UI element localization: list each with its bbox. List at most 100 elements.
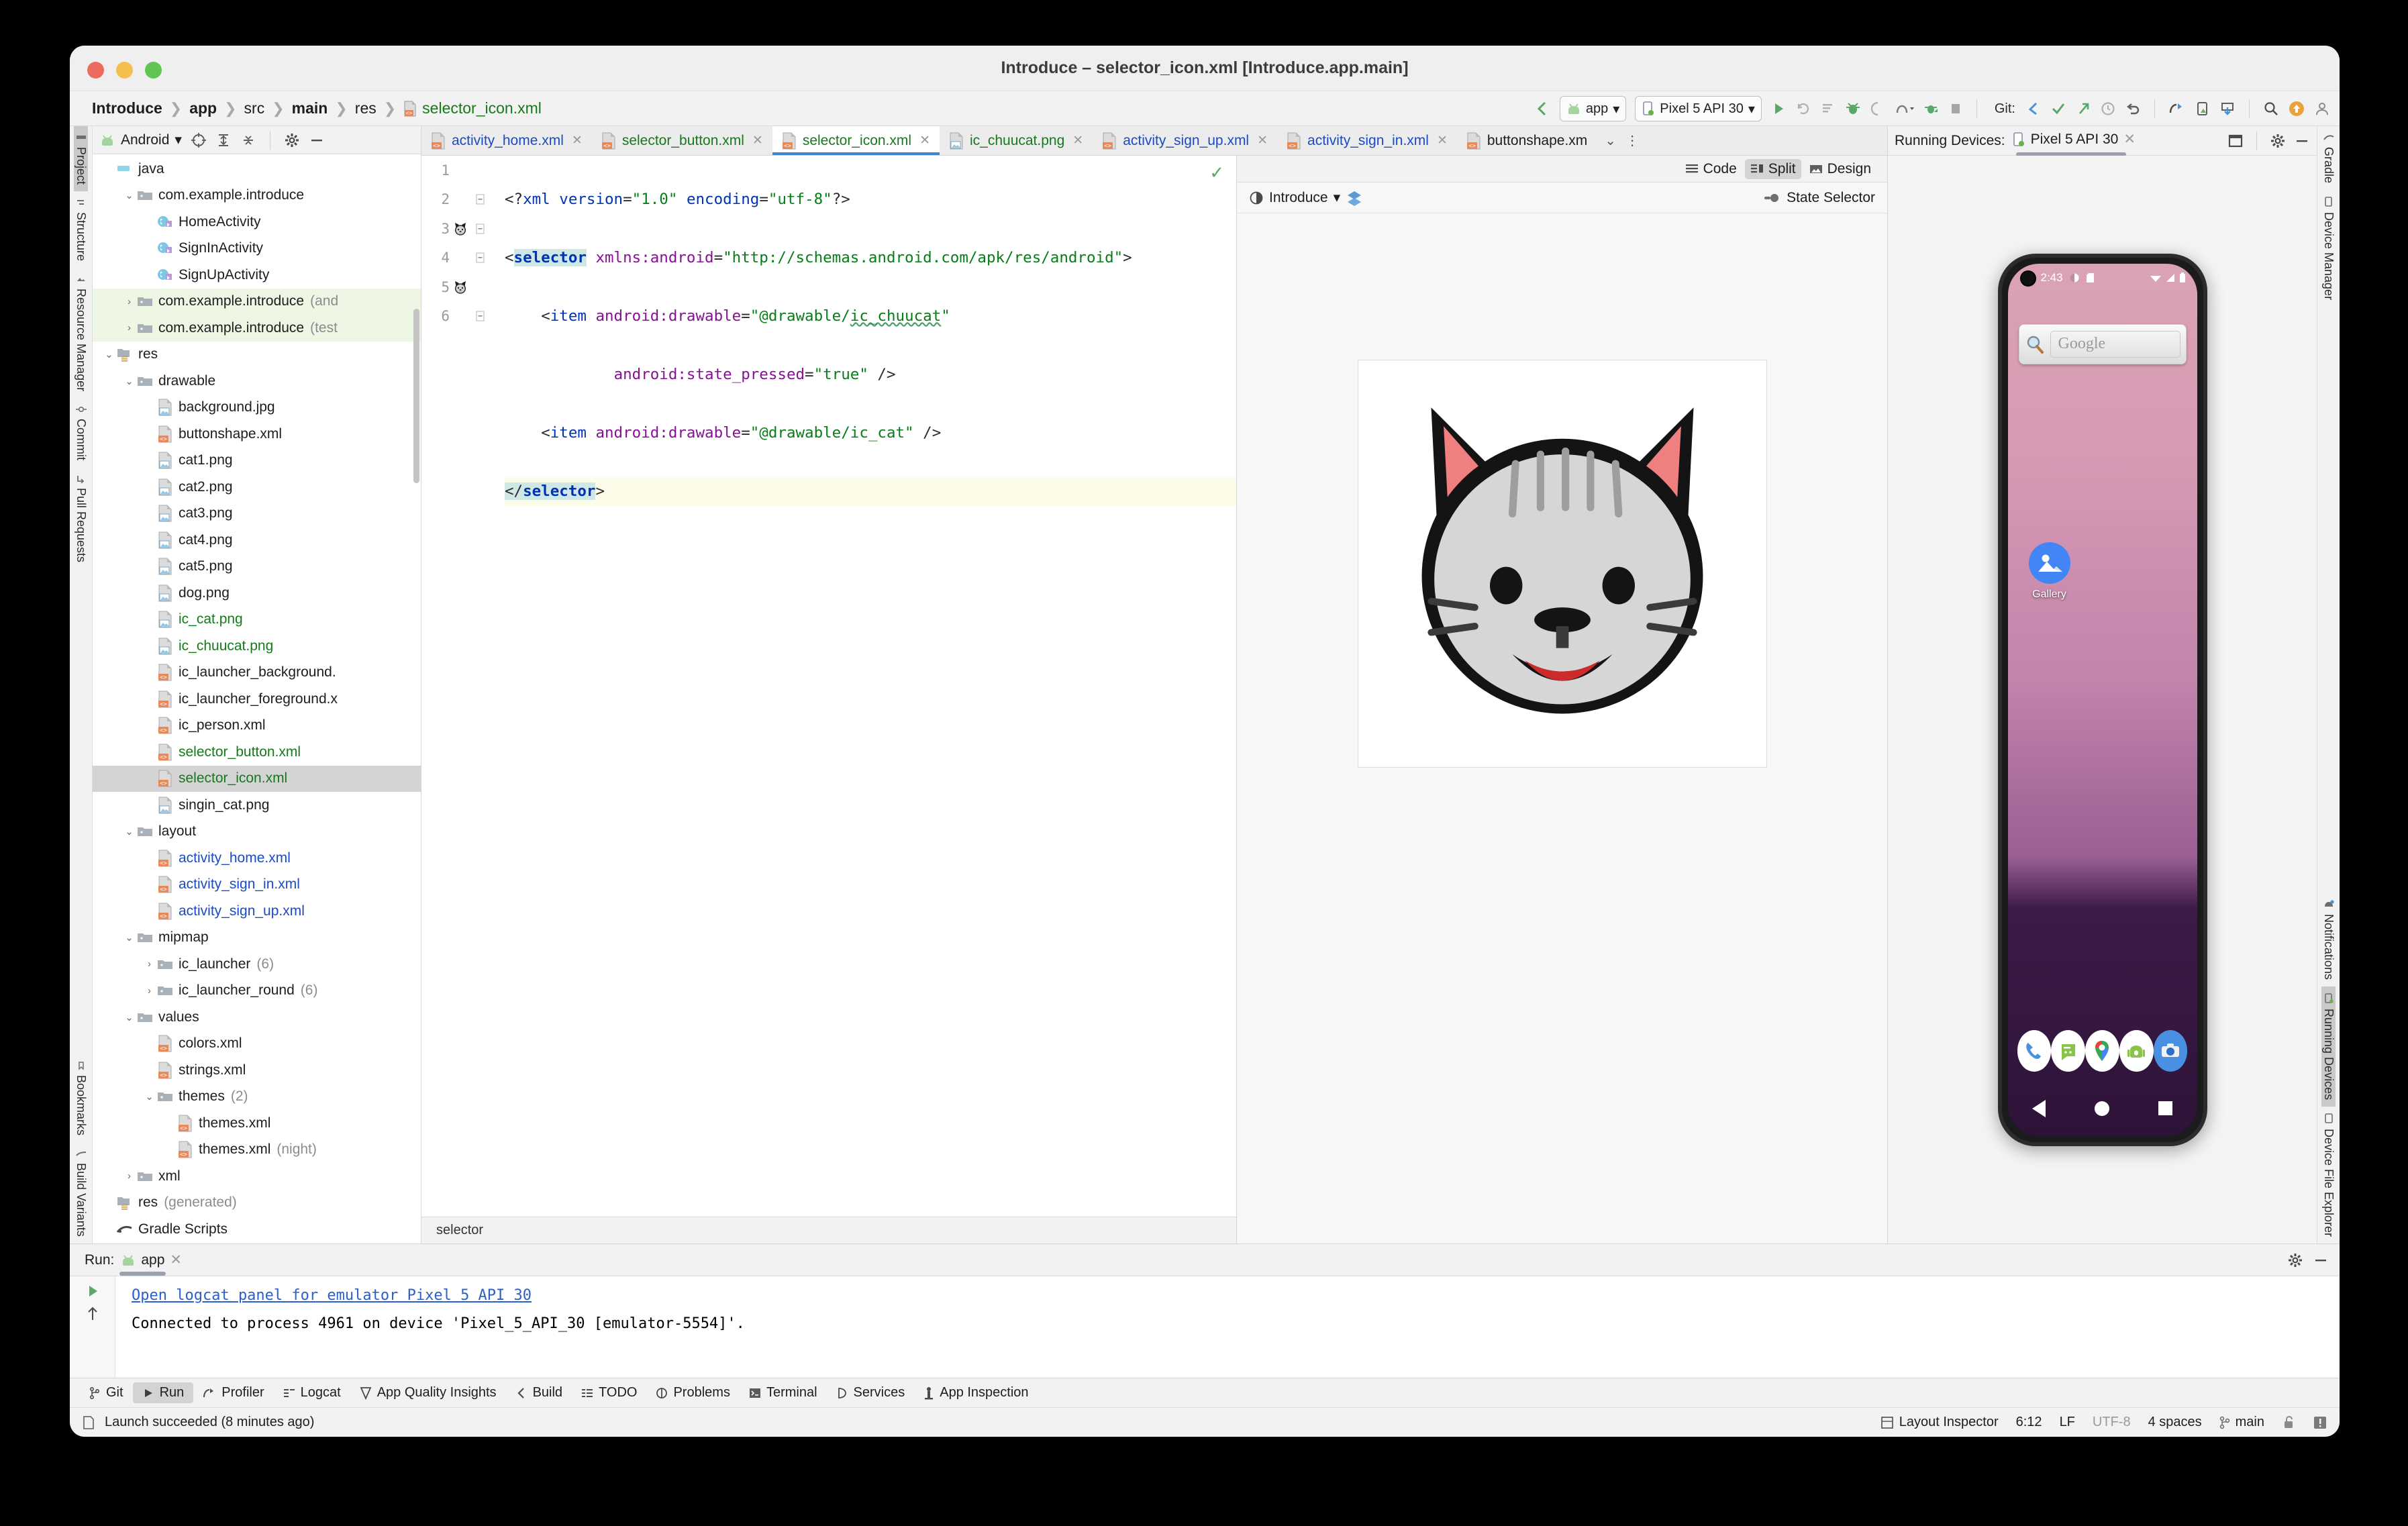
inspections-ok-icon[interactable]: ✓ <box>1209 162 1224 183</box>
account-icon[interactable] <box>2314 101 2330 117</box>
rail-item-device-manager[interactable]: Device Manager <box>2321 190 2336 307</box>
tool-window-button-services[interactable]: Services <box>827 1382 915 1403</box>
tree-row[interactable]: SignInActivity <box>93 236 421 262</box>
tree-row[interactable]: cat3.png <box>93 501 421 527</box>
gear-icon[interactable] <box>284 132 300 148</box>
tool-window-button-todo[interactable]: TODO <box>572 1382 646 1403</box>
tree-row[interactable]: <> themes.xml (night) <box>93 1137 421 1164</box>
event-log-icon[interactable] <box>82 1415 95 1430</box>
chevron-down-icon[interactable]: ⌄ <box>142 1090 156 1103</box>
chevron-down-icon[interactable]: ▾ <box>1334 189 1341 206</box>
editor-tab[interactable]: <> selector_button.xml ✕ <box>592 126 772 155</box>
rerun-button[interactable] <box>85 1283 101 1299</box>
tree-row[interactable]: ⌄ res <box>93 342 421 368</box>
editor-tab[interactable]: ic_chuucat.png ✕ <box>940 126 1093 155</box>
project-scrollbar[interactable] <box>413 309 419 483</box>
tool-window-bar[interactable]: Git Run Profiler Logcat App Quality Insights… <box>70 1378 2340 1407</box>
git-push-icon[interactable] <box>2075 101 2091 117</box>
breadcrumb-item-0[interactable]: Introduce <box>89 99 166 117</box>
tree-row[interactable]: cat2.png <box>93 474 421 501</box>
chevron-right-icon[interactable]: › <box>142 958 156 970</box>
run-button[interactable] <box>1770 101 1787 117</box>
tree-row[interactable]: ⌄ themes (2) <box>93 1084 421 1111</box>
project-tree[interactable]: java ⌄ com.example.introduce HomeActivity Si… <box>93 154 421 1243</box>
tree-row[interactable]: <> ic_person.xml <box>93 713 421 740</box>
inspection-widget-icon[interactable] <box>2313 1415 2327 1430</box>
chevron-down-icon[interactable]: ⌄ <box>122 931 136 944</box>
maps-icon[interactable] <box>2085 1029 2119 1072</box>
code-fold-icon[interactable] <box>471 223 490 234</box>
run-configuration-selector[interactable]: app ▾ <box>1559 96 1627 121</box>
git-history-icon[interactable] <box>2100 101 2116 117</box>
tree-row[interactable]: Gradle Scripts <box>93 1216 421 1243</box>
tool-window-button-app-quality-insights[interactable]: App Quality Insights <box>350 1382 506 1403</box>
editor-tab[interactable]: <> activity_sign_in.xml ✕ <box>1277 126 1457 155</box>
search-icon[interactable] <box>2263 101 2279 117</box>
close-icon[interactable]: ✕ <box>170 1252 182 1268</box>
mode-design-button[interactable]: Design <box>1804 159 1876 179</box>
rail-item-build-variants[interactable]: Build Variants <box>74 1142 88 1243</box>
breadcrumb-item-2[interactable]: src <box>241 99 268 117</box>
sdk-manager-icon[interactable] <box>2219 101 2236 117</box>
device-selector[interactable]: Pixel 5 API 30 ▾ <box>1635 96 1762 121</box>
tree-row[interactable]: › com.example.introduce (and <box>93 288 421 315</box>
gutter-line[interactable]: 5 <box>421 272 501 302</box>
mode-split-button[interactable]: Split <box>1744 158 1801 179</box>
recents-square-icon[interactable] <box>2158 1101 2172 1115</box>
close-tab-icon[interactable]: ✕ <box>1257 133 1268 148</box>
update-available-icon[interactable] <box>2288 100 2305 117</box>
tree-row[interactable]: cat1.png <box>93 448 421 474</box>
tree-row[interactable]: <> selector_button.xml <box>93 739 421 766</box>
search-input[interactable]: Google <box>2050 330 2180 358</box>
rail-item-commit[interactable]: Commit <box>74 398 88 467</box>
hide-panel-icon[interactable] <box>2313 1252 2329 1268</box>
tree-row[interactable]: res (generated) <box>93 1190 421 1217</box>
mode-code-button[interactable]: Code <box>1680 159 1742 179</box>
tree-row[interactable]: <> colors.xml <box>93 1031 421 1058</box>
back-triangle-icon[interactable] <box>2032 1099 2046 1117</box>
editor-breadcrumb[interactable]: selector <box>421 1217 1236 1243</box>
git-update-project-icon[interactable] <box>2025 101 2042 117</box>
tree-row[interactable]: cat4.png <box>93 527 421 554</box>
code-editor[interactable]: 1 2 3 4 5 6 <?xml version="1.0" encoding="utf… <box>421 156 1236 1217</box>
line-separator[interactable]: LF <box>2060 1415 2075 1430</box>
breadcrumb-item-3[interactable]: main <box>289 99 332 117</box>
git-branch-widget[interactable]: main <box>2219 1415 2264 1430</box>
code-text[interactable]: <?xml version="1.0" encoding="utf-8"?> <… <box>501 156 1236 1217</box>
tree-row[interactable]: › xml <box>93 1163 421 1190</box>
tree-row[interactable]: cat5.png <box>93 554 421 580</box>
apply-changes-icon[interactable] <box>1923 101 1940 117</box>
chevron-down-icon[interactable]: ⌄ <box>122 189 136 201</box>
undo-icon[interactable] <box>2125 101 2141 117</box>
rerun-coverage-icon[interactable] <box>1795 101 1811 117</box>
breadcrumb-item-4[interactable]: res <box>352 99 380 117</box>
rail-item-gradle[interactable]: Gradle <box>2321 126 2336 190</box>
gear-icon[interactable] <box>2270 133 2286 149</box>
rail-item-notifications[interactable]: Notifications <box>2321 893 2336 986</box>
rail-item-bookmarks[interactable]: Bookmarks <box>74 1054 88 1142</box>
close-tab-icon[interactable]: ✕ <box>1437 133 1448 148</box>
tree-row[interactable]: <> buttonshape.xml <box>93 421 421 448</box>
tree-row[interactable]: singin_cat.png <box>93 792 421 819</box>
tree-row[interactable]: ⌄ layout <box>93 819 421 846</box>
tree-row[interactable]: HomeActivity <box>93 209 421 236</box>
tool-window-button-logcat[interactable]: Logcat <box>274 1382 350 1403</box>
google-search-widget[interactable]: Google <box>2018 323 2187 364</box>
chevron-down-icon[interactable]: ⌄ <box>122 375 136 387</box>
android-icon[interactable] <box>2119 1029 2154 1072</box>
cat-preview-gutter-icon[interactable] <box>450 221 471 236</box>
gutter-line[interactable]: 3 <box>421 214 501 244</box>
tree-row[interactable]: <> ic_launcher_foreground.x <box>93 686 421 713</box>
close-tab-icon[interactable]: ✕ <box>572 133 583 148</box>
home-circle-icon[interactable] <box>2095 1101 2109 1116</box>
editor-tab[interactable]: <> activity_sign_up.xml ✕ <box>1093 126 1277 155</box>
profile-dropdown-icon[interactable] <box>1895 101 1915 117</box>
emulator-container[interactable]: 2:43 Google Gallery <box>1888 156 2317 1243</box>
rail-item-device-file-explorer[interactable]: Device File Explorer <box>2321 1107 2336 1243</box>
tool-window-button-problems[interactable]: Problems <box>646 1382 739 1403</box>
theme-label[interactable]: Introduce <box>1269 190 1328 206</box>
debug-button[interactable] <box>1845 101 1861 117</box>
project-view-selector[interactable]: Android ▾ <box>99 132 182 148</box>
rail-item-running-devices[interactable]: Running Devices <box>2321 986 2336 1107</box>
tree-row[interactable]: ⌄ com.example.introduce <box>93 183 421 209</box>
